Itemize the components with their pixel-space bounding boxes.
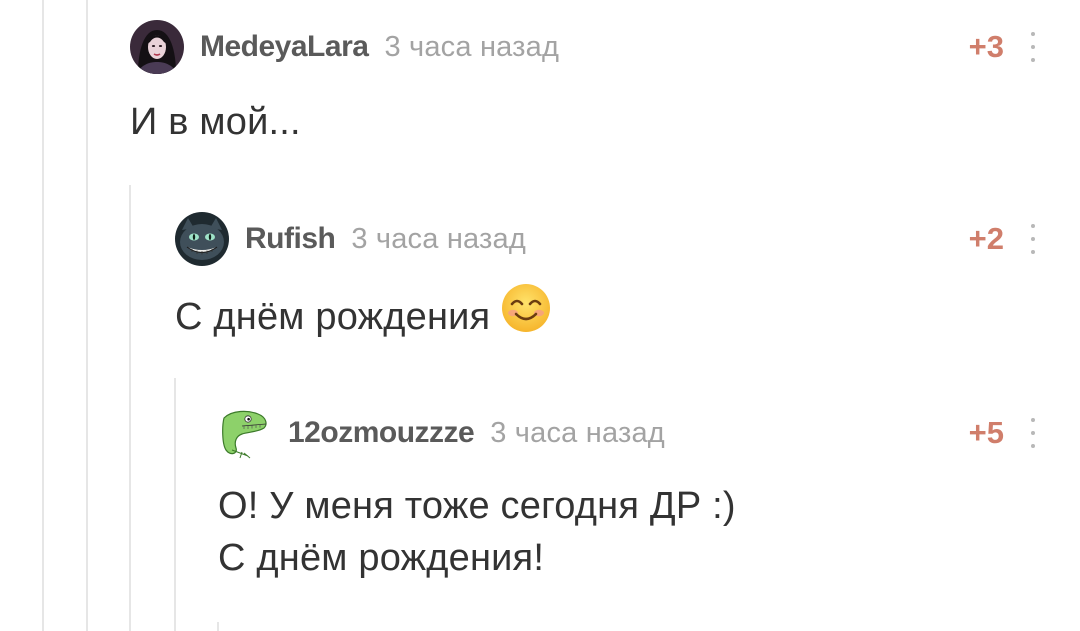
comment-time[interactable]: 3 часа назад bbox=[384, 31, 559, 64]
comment-text-line-text: С днём рождения bbox=[175, 296, 491, 339]
thread-line-level-0[interactable] bbox=[42, 0, 44, 631]
comment-time[interactable]: 3 часа назад bbox=[490, 417, 665, 450]
comment: MedeyaLara 3 часа назад +3 И в мой... bbox=[130, 18, 1040, 148]
avatar[interactable] bbox=[175, 212, 229, 266]
comment-rating[interactable]: +3 bbox=[969, 29, 1004, 65]
comment-rating[interactable]: +5 bbox=[969, 415, 1004, 451]
more-options-icon[interactable] bbox=[1026, 418, 1040, 448]
avatar[interactable] bbox=[218, 406, 272, 460]
thread-line-level-1[interactable] bbox=[86, 0, 88, 631]
thread-line-level-4[interactable] bbox=[217, 622, 219, 631]
author-name[interactable]: 12ozmouzzze bbox=[288, 416, 475, 450]
comment-rating[interactable]: +2 bbox=[969, 221, 1004, 257]
thread-line-level-3[interactable] bbox=[174, 378, 176, 631]
more-options-icon[interactable] bbox=[1026, 32, 1040, 62]
comment-text-line: О! У меня тоже сегодня ДР :) bbox=[218, 485, 736, 527]
comment-header: Rufish 3 часа назад +2 bbox=[175, 210, 1040, 268]
comment: Rufish 3 часа назад +2 С днём рождения bbox=[175, 210, 1040, 348]
avatar-image bbox=[130, 20, 184, 74]
author-name[interactable]: MedeyaLara bbox=[200, 30, 369, 64]
comment: 12ozmouzzze 3 часа назад +5 О! У меня то… bbox=[218, 404, 1040, 584]
comment-header: MedeyaLara 3 часа назад +3 bbox=[130, 18, 1040, 76]
comment-text-line: С днём рождения! bbox=[218, 537, 545, 579]
comment-text: И в мой... bbox=[130, 96, 1040, 148]
comment-header: 12ozmouzzze 3 часа назад +5 bbox=[218, 404, 1040, 462]
comment-text: О! У меня тоже сегодня ДР :) С днём рожд… bbox=[218, 480, 1040, 584]
smiling-face-icon bbox=[500, 282, 552, 348]
avatar[interactable] bbox=[130, 20, 184, 74]
thread-line-level-2[interactable] bbox=[129, 185, 131, 631]
avatar-image bbox=[218, 406, 272, 460]
comment-text-line: С днём рождения bbox=[175, 284, 1040, 348]
author-name[interactable]: Rufish bbox=[245, 222, 336, 256]
more-options-icon[interactable] bbox=[1026, 224, 1040, 254]
avatar-image bbox=[175, 212, 229, 266]
comment-text-line: И в мой... bbox=[130, 101, 301, 143]
comment-time[interactable]: 3 часа назад bbox=[351, 223, 526, 256]
comment-text: С днём рождения bbox=[175, 284, 1040, 348]
comments-thread: MedeyaLara 3 часа назад +3 И в мой... Ru… bbox=[0, 0, 1080, 631]
